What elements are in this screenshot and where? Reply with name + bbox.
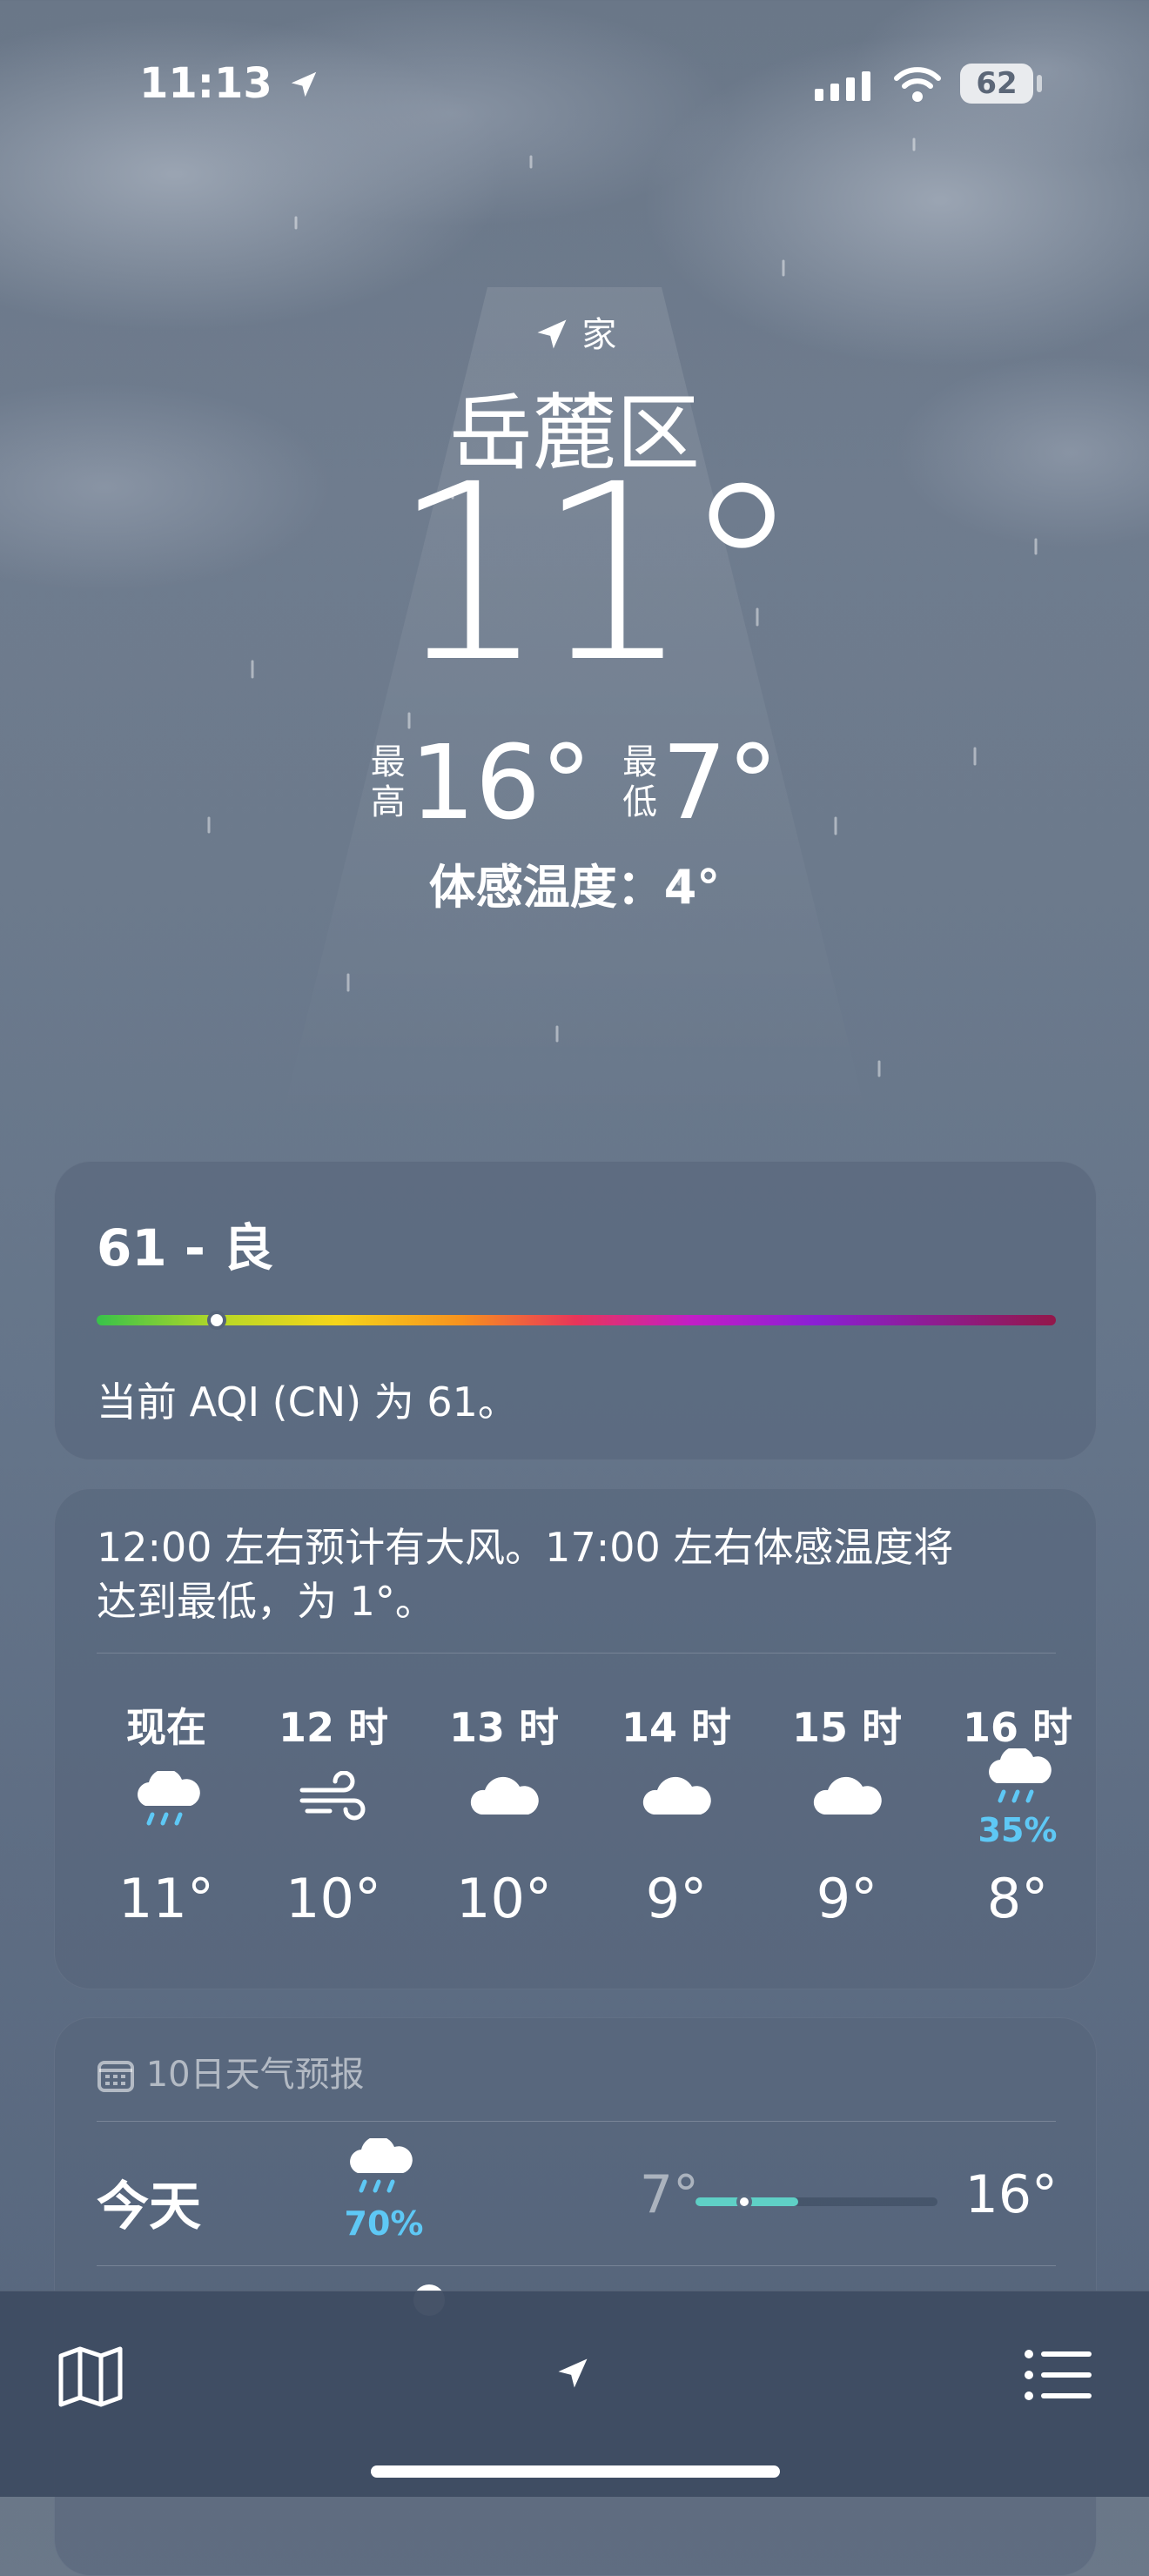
- high-label: 最: [370, 742, 406, 782]
- hourly-summary-line1: 12:00 左右预计有大风。17:00 左右体感温度将: [97, 1524, 954, 1571]
- hour-label: 12 时: [278, 1704, 389, 1751]
- hour-label: 现在: [126, 1704, 206, 1751]
- low-temperature: 7°: [662, 722, 779, 842]
- hour-column: 16 时 35% 8°: [948, 1696, 1087, 1975]
- hour-label: 14 时: [621, 1704, 732, 1751]
- forecast-high: 16°: [964, 2164, 1058, 2225]
- home-indicator: [371, 2465, 780, 2478]
- low-label-2: 低: [622, 782, 658, 822]
- aqi-card[interactable]: 61 - 良 当前 AQI (CN) 为 61。: [54, 1161, 1097, 1460]
- hour-temperature: 9°: [816, 1867, 878, 1930]
- hourly-card[interactable]: 12:00 左右预计有大风。17:00 左右体感温度将 达到最低，为 1°。 现…: [54, 1488, 1097, 1989]
- hour-label: 16 时: [962, 1704, 1073, 1751]
- hour-temperature: 11°: [118, 1867, 214, 1930]
- calendar-icon: [97, 2061, 134, 2092]
- hour-precip: 35%: [978, 1811, 1058, 1849]
- feels-like: 体感温度：4°: [428, 860, 721, 915]
- forecast-header: 10日天气预报: [97, 2046, 365, 2096]
- forecast-low: 7°: [639, 2164, 699, 2225]
- battery-icon: 62: [960, 64, 1033, 104]
- aqi-title: 61 - 良: [97, 1218, 274, 1278]
- hour-label: 13 时: [448, 1704, 560, 1751]
- city-list-button[interactable]: [1024, 2347, 1093, 2406]
- forecast-title: 10日天气预报: [145, 2055, 365, 2095]
- hour-temperature: 10°: [286, 1867, 381, 1930]
- battery-cap: [1037, 75, 1042, 92]
- forecast-day: 今天: [97, 2177, 201, 2237]
- low-label: 最: [622, 742, 658, 782]
- high-low: 最 高 16° 最 低 7°: [0, 722, 1149, 842]
- hour-column: 12 时 10°: [264, 1696, 403, 1975]
- hour-temperature: 8°: [986, 1867, 1049, 1930]
- hourly-summary-line2: 达到最低，为 1°。: [97, 1578, 435, 1625]
- cloud-icon: [810, 1771, 884, 1827]
- wifi-icon: [893, 64, 942, 106]
- status-time: 11:13: [139, 59, 320, 108]
- current-location-button[interactable]: [554, 2354, 592, 2396]
- forecast-current-dot: [736, 2194, 752, 2210]
- current-temperature: 11°: [391, 433, 803, 716]
- aqi-description: 当前 AQI (CN) 为 61。: [97, 1379, 518, 1426]
- hour-temperature: 10°: [456, 1867, 552, 1930]
- forecast-divider-2: [97, 2265, 1056, 2266]
- hour-column: 14 时 9°: [607, 1696, 746, 1975]
- hourly-divider: [97, 1653, 1056, 1654]
- rain-cloud-icon: [342, 2136, 415, 2203]
- tab-bar: [0, 2291, 1149, 2497]
- list-icon: [1025, 2350, 1092, 2400]
- hour-label: 15 时: [791, 1704, 903, 1751]
- location-tag: 家: [0, 306, 1149, 357]
- hour-column: 现在 11°: [97, 1696, 236, 1975]
- map-button[interactable]: [56, 2344, 125, 2413]
- location-arrow-icon: [558, 2358, 588, 2388]
- rain-cloud-icon: [130, 1768, 203, 1835]
- hour-column: 13 时 10°: [434, 1696, 574, 1975]
- cellular-signal-icon: [815, 70, 872, 104]
- wind-icon: [297, 1770, 370, 1827]
- hour-column: 15 时 9°: [777, 1696, 917, 1975]
- cloud-icon: [467, 1771, 541, 1827]
- cloud-icon: [640, 1771, 713, 1827]
- location-arrow-icon: [291, 71, 316, 97]
- aqi-scale-bar: [97, 1315, 1056, 1325]
- hour-temperature: 9°: [645, 1867, 708, 1930]
- forecast-row-today[interactable]: 今天 70% 7° 16°: [55, 2121, 1096, 2265]
- aqi-indicator: [206, 1311, 226, 1330]
- map-icon: [58, 2346, 123, 2407]
- high-label-2: 高: [370, 782, 406, 822]
- forecast-precip: 70%: [344, 2204, 424, 2243]
- high-temperature: 16°: [409, 722, 592, 842]
- location-arrow-icon: [537, 319, 567, 349]
- rain-cloud-icon: [981, 1746, 1054, 1813]
